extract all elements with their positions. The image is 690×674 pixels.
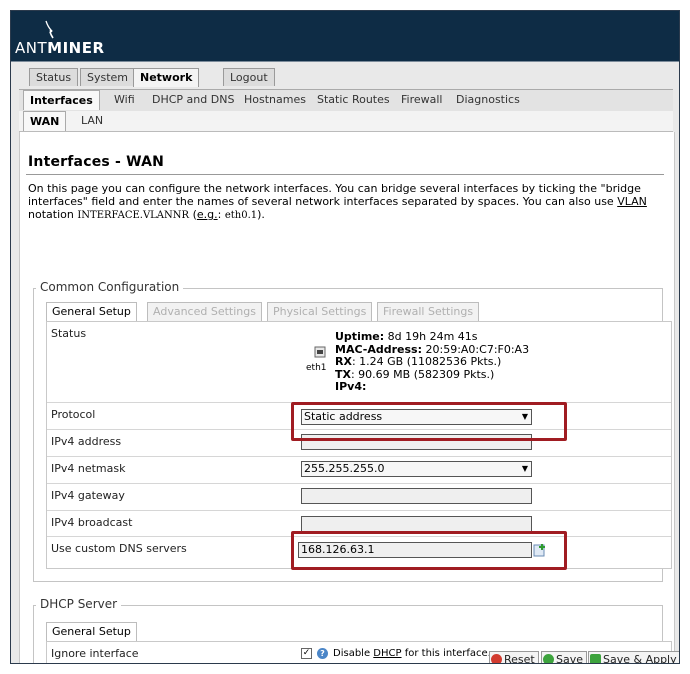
dropdown-arrow-icon: ▼ bbox=[521, 464, 528, 473]
content-area: Status System Network Logout Interfaces … bbox=[11, 61, 679, 663]
tab-hostnames[interactable]: Hostnames bbox=[244, 90, 306, 109]
tab-system[interactable]: System bbox=[80, 68, 136, 86]
desc-line-2: interfaces" field and enter the names of… bbox=[28, 195, 614, 208]
logo-suffix: MINER bbox=[47, 39, 105, 57]
rx-label: RX bbox=[335, 355, 352, 368]
desc-example: eth0.1 bbox=[224, 210, 258, 221]
ipv4-netmask-label: IPv4 netmask bbox=[51, 462, 126, 475]
reset-button[interactable]: Reset bbox=[489, 651, 539, 664]
reset-icon bbox=[491, 654, 502, 663]
ipv4-gateway-input[interactable] bbox=[301, 488, 532, 504]
dns-highlight bbox=[291, 531, 567, 570]
tab-lan[interactable]: LAN bbox=[81, 111, 103, 130]
vlan-abbr: VLAN bbox=[617, 195, 647, 208]
tab-logout[interactable]: Logout bbox=[223, 68, 275, 86]
protocol-highlight bbox=[291, 402, 567, 441]
common-config-legend: Common Configuration bbox=[36, 280, 184, 294]
tab-advanced-settings[interactable]: Advanced Settings bbox=[147, 302, 262, 321]
protocol-label: Protocol bbox=[51, 408, 96, 421]
save-label: Save bbox=[556, 653, 584, 664]
disable-dhcp-text: Disable DHCP for this interface. bbox=[333, 648, 491, 659]
desc-colon: : bbox=[217, 208, 222, 221]
save-apply-icon bbox=[590, 654, 601, 663]
tab-physical-settings[interactable]: Physical Settings bbox=[267, 302, 373, 321]
save-button[interactable]: Save bbox=[541, 651, 588, 664]
device-name: eth1 bbox=[306, 363, 327, 373]
ignore-interface-label: Ignore interface bbox=[51, 647, 139, 660]
mac-value: 20:59:A0:C7:F0:A3 bbox=[425, 342, 530, 356]
tx-value: : 90.69 MB (582309 Pkts.) bbox=[350, 367, 495, 381]
page-description: On this page you can configure the netwo… bbox=[28, 182, 658, 222]
tab-firewall[interactable]: Firewall bbox=[401, 90, 442, 109]
ignore-interface-checkbox[interactable]: ✓ bbox=[301, 648, 312, 659]
ethernet-port-icon bbox=[314, 346, 326, 358]
help-icon: ? bbox=[317, 648, 328, 659]
dhcp-legend: DHCP Server bbox=[36, 597, 122, 611]
title-divider bbox=[26, 174, 664, 175]
status-info: Uptime: 8d 19h 24m 41s MAC-Address: 20:5… bbox=[335, 330, 530, 394]
save-apply-button[interactable]: Save & Apply bbox=[588, 651, 679, 664]
dns-label: Use custom DNS servers bbox=[51, 542, 187, 555]
vlan-notation: INTERFACE.VLANNR bbox=[77, 210, 190, 221]
mac-label: MAC-Address: bbox=[335, 342, 422, 356]
uptime-value: 8d 19h 24m 41s bbox=[387, 330, 478, 343]
rx-value: : 1.24 GB (11082536 Pkts.) bbox=[351, 355, 502, 368]
tab-network[interactable]: Network bbox=[133, 68, 200, 87]
ipv4-gateway-label: IPv4 gateway bbox=[51, 489, 125, 502]
ipv4-netmask-row: IPv4 netmask 255.255.255.0 ▼ bbox=[47, 456, 671, 483]
ant-logo-icon bbox=[45, 20, 54, 39]
save-apply-label: Save & Apply bbox=[603, 653, 677, 664]
ipv4-broadcast-label: IPv4 broadcast bbox=[51, 516, 133, 529]
status-label: Status bbox=[51, 327, 87, 340]
top-tabs: Status System Network Logout bbox=[19, 68, 319, 87]
logo-text: ANTMINER bbox=[15, 39, 105, 57]
desc-line-1: On this page you can configure the netwo… bbox=[28, 182, 641, 195]
header-bar: ANTMINER bbox=[11, 11, 679, 61]
browser-frame: ANTMINER Status System Network Logout In… bbox=[10, 10, 680, 664]
tab-dhcp-dns[interactable]: DHCP and DNS bbox=[152, 90, 234, 109]
tx-label: TX bbox=[335, 367, 351, 381]
save-icon bbox=[543, 654, 554, 663]
netmask-value: 255.255.255.0 bbox=[304, 462, 385, 475]
eg-abbr: e.g. bbox=[196, 208, 218, 221]
uptime-label: Uptime: bbox=[335, 330, 385, 343]
desc-line-3: notation bbox=[28, 208, 74, 221]
tab-firewall-settings[interactable]: Firewall Settings bbox=[377, 302, 480, 321]
tab-static-routes[interactable]: Static Routes bbox=[317, 90, 390, 109]
tab-wan[interactable]: WAN bbox=[23, 111, 67, 131]
tab-status[interactable]: Status bbox=[29, 68, 79, 86]
for-interface-text: for this interface. bbox=[404, 648, 491, 659]
disable-word: Disable bbox=[333, 648, 371, 659]
interface-subnav: WAN LAN bbox=[19, 111, 673, 132]
reset-label: Reset bbox=[504, 653, 535, 664]
ipv4-netmask-select[interactable]: 255.255.255.0 ▼ bbox=[301, 461, 532, 477]
network-subnav: Interfaces Wifi DHCP and DNS Hostnames S… bbox=[19, 89, 673, 112]
tab-general-setup[interactable]: General Setup bbox=[46, 302, 137, 321]
main-page: Interfaces - WAN On this page you can co… bbox=[19, 132, 675, 663]
ipv4-label: IPv4: bbox=[335, 380, 367, 393]
tab-diagnostics[interactable]: Diagnostics bbox=[456, 90, 520, 109]
ipv4-address-label: IPv4 address bbox=[51, 435, 122, 448]
tab-wifi[interactable]: Wifi bbox=[114, 90, 135, 109]
logo-prefix: ANT bbox=[15, 39, 48, 57]
ipv4-broadcast-input[interactable] bbox=[301, 516, 532, 532]
desc-paren-close: ). bbox=[257, 208, 265, 221]
tab-dhcp-general-setup[interactable]: General Setup bbox=[46, 622, 137, 641]
tab-interfaces[interactable]: Interfaces bbox=[23, 90, 100, 110]
dhcp-abbr: DHCP bbox=[373, 648, 402, 659]
ipv4-gateway-row: IPv4 gateway bbox=[47, 483, 671, 510]
page-title: Interfaces - WAN bbox=[28, 154, 165, 170]
